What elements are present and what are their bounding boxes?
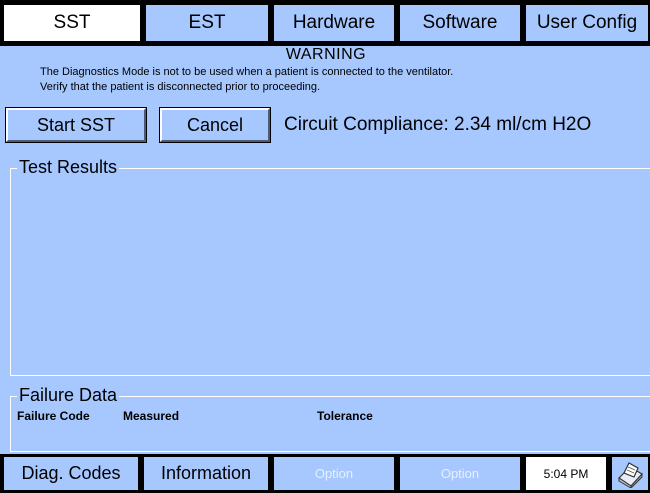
circuit-compliance-readout: Circuit Compliance: 2.34 ml/cm H2O: [284, 114, 592, 135]
tab-est-label: EST: [188, 12, 226, 33]
tab-est[interactable]: EST: [144, 3, 270, 43]
test-results-title: Test Results: [17, 157, 120, 178]
diagnostics-screen: SST EST Hardware Software User Config WA…: [0, 0, 650, 493]
cancel-button[interactable]: Cancel: [160, 108, 270, 142]
warning-text-line-2: Verify that the patient is disconnected …: [40, 81, 321, 93]
bottom-bar: Diag. Codes Information Option Option 5:…: [0, 454, 650, 493]
option-button-1[interactable]: Option: [272, 455, 396, 492]
print-button[interactable]: [610, 455, 650, 492]
start-sst-button[interactable]: Start SST: [6, 108, 146, 142]
warning-text-line-1: The Diagnostics Mode is not to be used w…: [40, 66, 454, 78]
tab-user-config[interactable]: User Config: [524, 3, 650, 43]
tab-user-config-label: User Config: [536, 12, 638, 33]
clock-display: 5:04 PM: [524, 455, 608, 492]
printer-icon: [618, 461, 643, 488]
option-button-2[interactable]: Option: [398, 455, 522, 492]
information-button[interactable]: Information: [142, 455, 270, 492]
failure-data-title: Failure Data: [17, 385, 120, 406]
column-failure-code: Failure Code: [17, 409, 90, 423]
sst-panel: WARNING The Diagnostics Mode is not to b…: [2, 46, 650, 453]
tab-sst[interactable]: SST: [2, 3, 142, 43]
tab-sst-label: SST: [53, 12, 91, 33]
column-tolerance: Tolerance: [317, 409, 373, 423]
test-results-group: Test Results: [10, 157, 650, 376]
tab-hardware-label: Hardware: [292, 12, 376, 33]
warning-title: WARNING: [285, 46, 367, 63]
tab-hardware[interactable]: Hardware: [272, 3, 396, 43]
tab-software[interactable]: Software: [398, 3, 522, 43]
column-measured: Measured: [123, 409, 180, 423]
tab-bar: SST EST Hardware Software User Config: [0, 0, 650, 46]
tab-software-label: Software: [422, 12, 498, 33]
failure-data-group: Failure Data Failure Code Measured Toler…: [10, 385, 650, 452]
diag-codes-button[interactable]: Diag. Codes: [2, 455, 140, 492]
